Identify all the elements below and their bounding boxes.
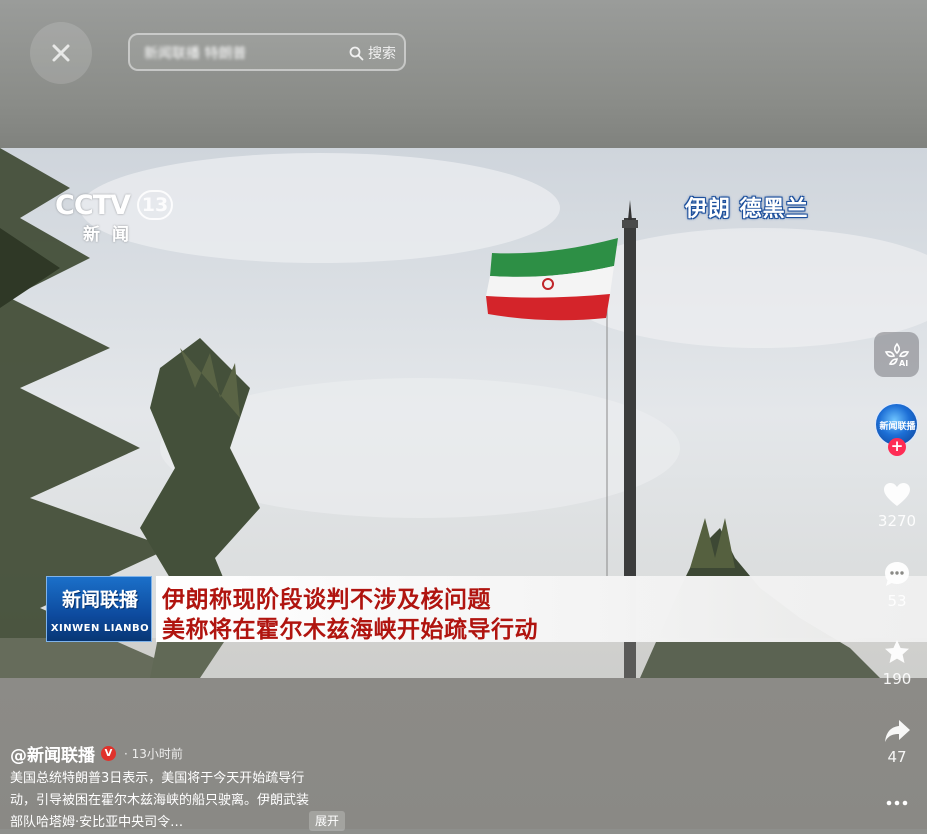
post-caption: 美国总统特朗普3日表示，美国将于今天开始疏导行动，引导被困在霍尔木兹海峡的船只驶…: [10, 771, 310, 830]
like-count: 3270: [877, 512, 917, 530]
author-row: @新闻联播 V · 13小时前: [10, 741, 183, 766]
video-player[interactable]: CCTV 13 新闻 伊朗 德黑兰 新闻联播 XINWEN LIANBO 伊朗称…: [0, 148, 927, 678]
ai-icon: AI: [884, 342, 909, 368]
expand-caption-button[interactable]: 展开: [309, 811, 346, 831]
author-name[interactable]: @新闻联播: [10, 741, 95, 766]
search-box[interactable]: 搜索: [128, 33, 406, 71]
heart-icon: [884, 483, 910, 506]
search-icon: [349, 46, 364, 60]
comment-button[interactable]: 53: [870, 560, 924, 610]
top-overlay: [0, 0, 927, 148]
location-tag: 伊朗 德黑兰: [685, 197, 809, 222]
cctv-channel-number: 13: [137, 190, 173, 220]
post-time: · 13小时前: [124, 747, 183, 761]
headline-line-1: 伊朗称现阶段谈判不涉及核问题: [162, 587, 491, 613]
cctv-sub-label: 新闻: [83, 225, 141, 245]
more-button[interactable]: [884, 795, 910, 811]
close-icon: [52, 44, 70, 62]
star-icon: [885, 640, 909, 663]
share-button[interactable]: 47: [870, 718, 924, 766]
like-button[interactable]: 3270: [870, 482, 924, 530]
verified-badge: V: [101, 746, 116, 761]
svg-text:AI: AI: [899, 359, 908, 368]
share-icon: [885, 720, 910, 742]
share-count: 47: [887, 748, 907, 766]
follow-button[interactable]: +: [888, 438, 906, 456]
search-button[interactable]: 搜索: [349, 43, 396, 63]
news-logo-name: 新闻联播: [61, 589, 138, 611]
comment-count: 53: [887, 592, 907, 610]
cctv-brand: CCTV: [55, 190, 131, 221]
close-button[interactable]: [30, 22, 92, 84]
cctv-watermark: CCTV 13 新闻: [55, 190, 175, 245]
headline-line-2: 美称将在霍尔木兹海峡开始疏导行动: [162, 617, 538, 643]
favorite-count: 190: [882, 670, 912, 688]
more-icon: [886, 800, 908, 806]
search-input[interactable]: [142, 41, 336, 65]
news-program-logo: 新闻联播 XINWEN LIANBO: [46, 576, 152, 642]
avatar-label: 新闻联播: [879, 422, 916, 432]
favorite-button[interactable]: 190: [870, 638, 924, 688]
ai-button[interactable]: AI: [874, 332, 919, 377]
news-logo-pinyin: XINWEN LIANBO: [50, 623, 150, 634]
search-button-label: 搜索: [368, 46, 396, 62]
headline-panel: 伊朗称现阶段谈判不涉及核问题 美称将在霍尔木兹海峡开始疏导行动: [156, 576, 927, 643]
comment-icon: [885, 562, 909, 586]
news-lower-third: 新闻联播 XINWEN LIANBO 伊朗称现阶段谈判不涉及核问题 美称将在霍尔…: [46, 576, 927, 643]
